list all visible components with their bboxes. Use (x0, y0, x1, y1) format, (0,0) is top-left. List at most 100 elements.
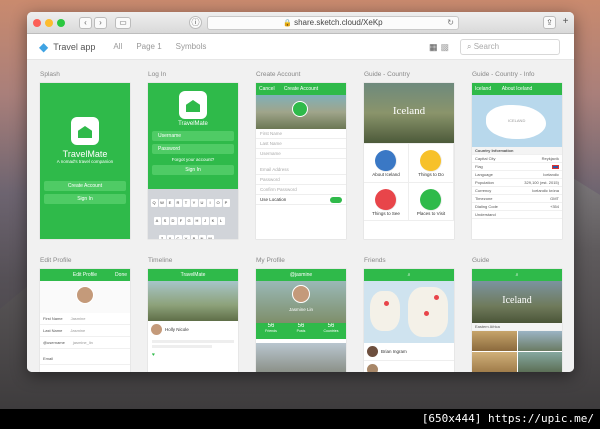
nav-symbols[interactable]: Symbols (176, 42, 207, 51)
artboard-guide[interactable]: Guide ⌕ Iceland Eastern Africa (472, 256, 562, 372)
search-icon[interactable]: ⌕ (408, 272, 411, 278)
stat-posts[interactable]: 56 Posts (286, 323, 316, 339)
search-placeholder: Search (473, 42, 500, 51)
friend-list-item[interactable] (364, 361, 454, 372)
username-field[interactable]: Username (256, 149, 346, 159)
guide-tile[interactable] (472, 352, 517, 372)
section-header: Country Information (472, 147, 562, 155)
artboard-my-profile[interactable]: My Profile @jasmine Jasmine Lin 56 Friend… (256, 256, 346, 372)
grid-view-icon[interactable]: ▩ (440, 42, 452, 52)
profile-row[interactable]: @username jasmine_lin (40, 337, 130, 349)
create-account-button[interactable]: Create Account (44, 181, 126, 191)
nav-page-1[interactable]: Page 1 (136, 42, 161, 51)
artboard-edit-profile[interactable]: Edit Profile Edit Profile Done First Name… (40, 256, 130, 372)
search-input[interactable]: ⌕ Search (460, 39, 560, 55)
nav-all[interactable]: All (113, 42, 122, 51)
guide-tile[interactable] (517, 352, 562, 372)
guide-grid (472, 331, 562, 372)
profile-row[interactable]: Email (40, 353, 130, 365)
profile-row[interactable]: Last Name Jasmine (40, 325, 130, 337)
friend-pin-icon[interactable] (424, 311, 429, 316)
artboard-splash[interactable]: Splash TravelMate A nomad's travel compa… (40, 70, 130, 239)
artboard-guide-country[interactable]: Guide - Country Iceland About Iceland Th… (364, 70, 454, 239)
guide-hero-title: Iceland (502, 295, 532, 306)
zoom-window-button[interactable] (57, 18, 65, 27)
stat-friends[interactable]: 56 Friends (256, 323, 286, 339)
address-bar[interactable]: 🔒 share.sketch.cloud/XeKp ↻ (207, 16, 459, 30)
country-info-screen: Iceland About Iceland ICELAND Country Inf… (472, 83, 562, 239)
artboard-timeline[interactable]: Timeline TravelMate Holly Nicole ♥ (148, 256, 238, 372)
password-field[interactable]: Password (256, 175, 346, 185)
timeline-screen: TravelMate Holly Nicole ♥ (148, 269, 238, 372)
keyboard: QWERTYUIOP ASDFGHJKL ZXCVBNM space (148, 189, 238, 239)
username-field[interactable]: Username (152, 131, 234, 141)
artboard-view-icon[interactable]: ▦ (429, 42, 441, 52)
artboard-label: Guide - Country (364, 71, 410, 78)
artboard-canvas[interactable]: Splash TravelMate A nomad's travel compa… (27, 60, 574, 372)
artboard-create-account[interactable]: Create Account Cancel Create Account Firs… (256, 70, 346, 239)
map-pin-icon (420, 188, 442, 211)
last-name-field[interactable]: Last Name (256, 139, 346, 149)
like-icon[interactable]: ♥ (148, 350, 238, 360)
post-author: Holly Nicole (148, 321, 238, 338)
guide-tile[interactable] (517, 331, 562, 351)
cancel-link[interactable]: Cancel (259, 83, 275, 95)
profile-photo-area (40, 281, 130, 313)
done-link[interactable]: Done (115, 269, 127, 281)
sign-in-button[interactable]: Sign In (44, 194, 126, 204)
artboard-country-info[interactable]: Guide - Country - Info Iceland About Icel… (472, 70, 562, 239)
forward-icon[interactable]: › (94, 16, 107, 29)
close-window-button[interactable] (33, 18, 41, 27)
back-icon[interactable]: ‹ (79, 16, 92, 29)
sidebar-icon[interactable]: ▭ (115, 16, 131, 29)
back-link[interactable]: Iceland (475, 83, 491, 95)
create-account-screen: Cancel Create Account First Name Last Nam… (256, 83, 346, 239)
stat-countries[interactable]: 56 Countries (316, 323, 346, 339)
guide-header: ⌕ (472, 269, 562, 281)
login-sign-in-button[interactable]: Sign In (152, 165, 234, 175)
friend-list-item[interactable]: Brian Ingram (364, 343, 454, 361)
reload-icon[interactable]: ↻ (447, 17, 454, 29)
friend-pin-icon[interactable] (434, 295, 439, 300)
avatar[interactable] (76, 286, 94, 304)
avatar (367, 364, 378, 372)
project-title[interactable]: Travel app (53, 42, 95, 52)
tile-things-to-do[interactable]: Things to Do (409, 144, 454, 183)
tile-things-to-see[interactable]: Things to See (364, 182, 409, 221)
tile-about[interactable]: About Iceland (364, 144, 409, 183)
forgot-link[interactable]: Forgot your account? (148, 157, 238, 162)
profile-stats: 56 Friends 56 Posts 56 Countries (256, 323, 346, 339)
email-field[interactable]: Email Address (256, 165, 346, 175)
reader-icon[interactable]: ⓘ (189, 16, 202, 29)
tile-places[interactable]: Places to Visit (409, 182, 454, 221)
edit-profile-screen: Edit Profile Done First Name Jasmine Last … (40, 269, 130, 372)
confirm-password-field[interactable]: Confirm Password (256, 185, 346, 195)
guide-hero: Iceland (472, 281, 562, 323)
info-row: Population 329,100 (est. 2015) (472, 179, 562, 187)
map-label: ICELAND (508, 118, 526, 123)
guide-country-screen: Iceland About Iceland Things to Do Thing… (364, 83, 454, 239)
friend-pin-icon[interactable] (384, 301, 389, 306)
flag-icon (375, 150, 397, 172)
avatar[interactable] (151, 324, 162, 335)
info-row: Currency Icelandic króna (472, 187, 562, 195)
profile-row[interactable]: First Name Jasmine (40, 313, 130, 325)
avatar-placeholder-icon[interactable] (292, 101, 308, 117)
app-logo-icon (179, 91, 207, 119)
country-info-header: Iceland About Iceland (472, 83, 562, 95)
location-toggle[interactable] (330, 197, 342, 203)
artboard-friends[interactable]: Friends ⌕ Brian Ingram (364, 256, 454, 372)
artboard-login[interactable]: Log In TravelMate Username Password Forg… (148, 70, 238, 239)
minimize-window-button[interactable] (45, 18, 53, 27)
profile-name: Jasmine Lin (288, 307, 313, 312)
view-toggle: ▦▩ (429, 42, 452, 53)
first-name-field[interactable]: First Name (256, 129, 346, 139)
splash-brand: TravelMate (62, 149, 108, 159)
guide-tile[interactable] (472, 331, 517, 351)
new-tab-icon[interactable]: + (559, 16, 572, 29)
search-icon[interactable]: ⌕ (516, 272, 519, 278)
cover-photo (256, 95, 346, 129)
avatar[interactable] (292, 285, 310, 303)
password-field[interactable]: Password (152, 144, 234, 154)
share-icon[interactable]: ⇪ (543, 16, 556, 29)
